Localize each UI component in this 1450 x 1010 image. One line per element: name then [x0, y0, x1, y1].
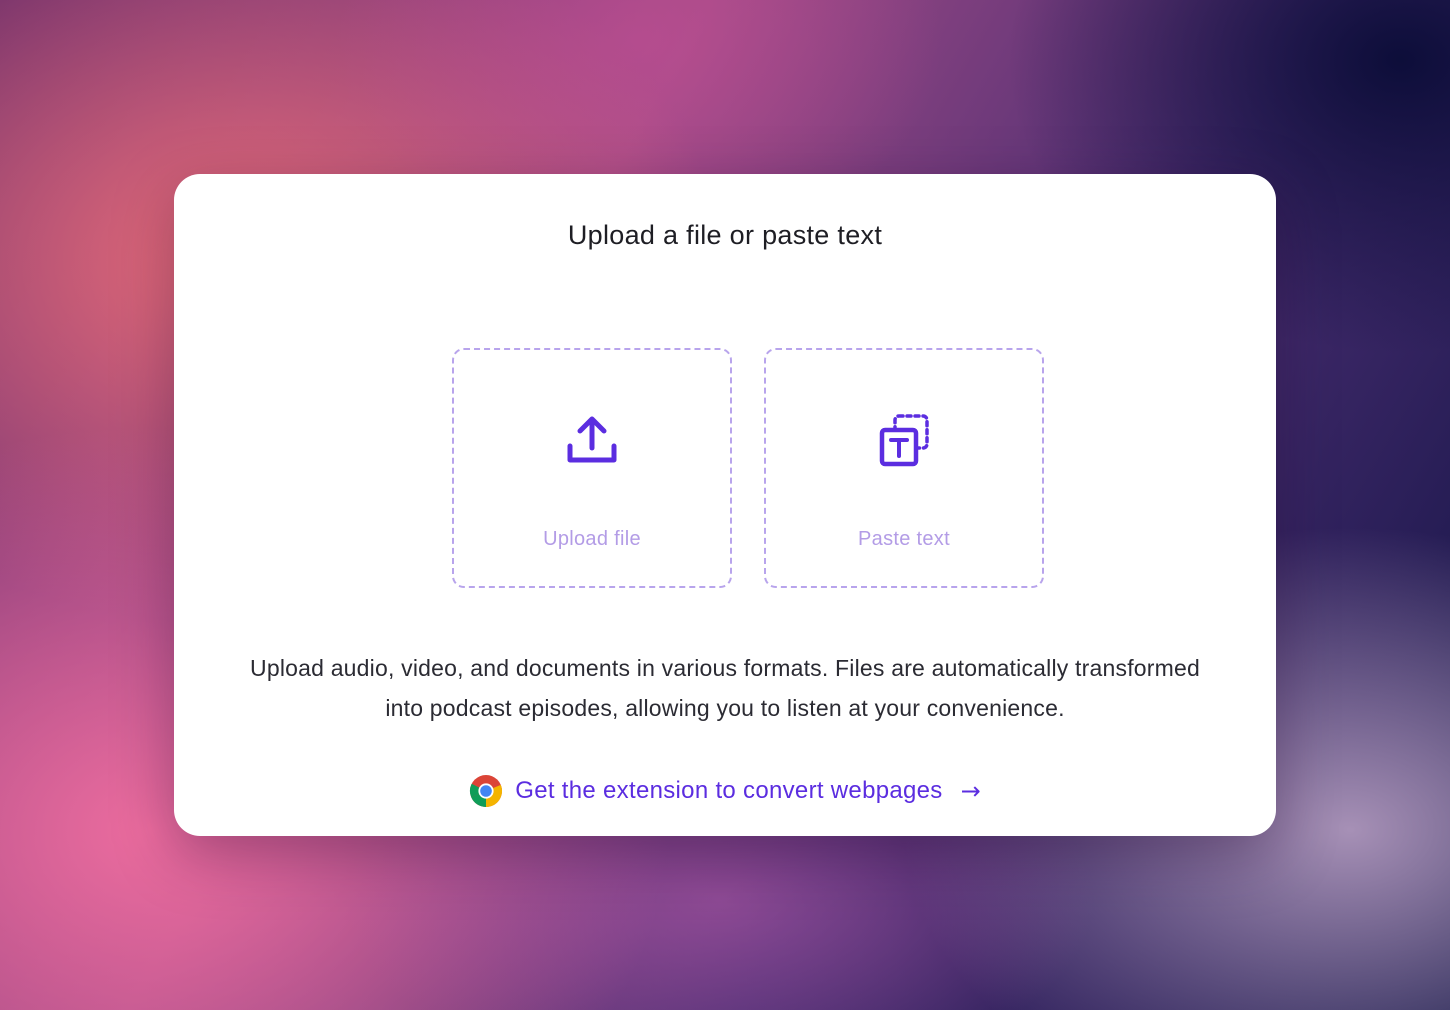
- arrow-right-icon: →: [960, 777, 981, 805]
- upload-file-label: Upload file: [543, 528, 641, 550]
- upload-icon: [567, 416, 617, 463]
- upload-file-button[interactable]: Upload file: [452, 348, 732, 588]
- paste-text-label: Paste text: [858, 528, 950, 550]
- get-extension-label: Get the extension to convert webpages: [515, 777, 943, 804]
- dialog-title: Upload a file or paste text: [567, 220, 883, 250]
- paste-text-icon: [879, 414, 929, 467]
- get-extension-link[interactable]: Get the extension to convert webpages →: [174, 774, 1276, 808]
- upload-description: Upload audio, video, and documents in va…: [250, 655, 1200, 721]
- chrome-icon: [470, 775, 503, 807]
- paste-text-button[interactable]: Paste text: [764, 348, 1044, 588]
- upload-dialog: Upload a file or paste text Upload file …: [174, 174, 1276, 836]
